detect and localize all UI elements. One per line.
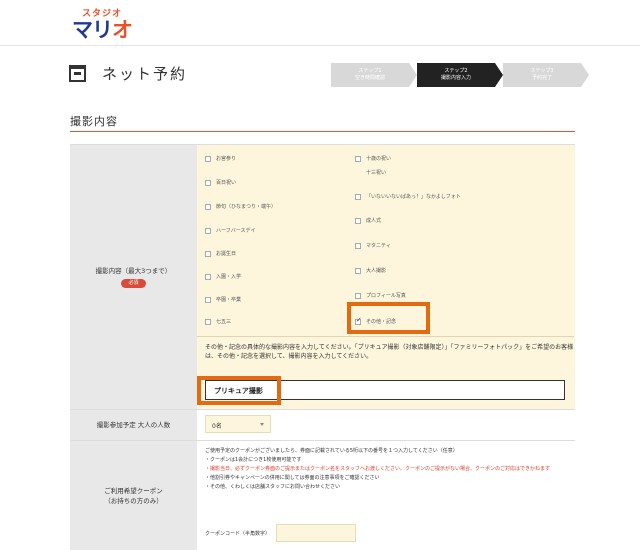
coupon-code-input[interactable] [276, 524, 357, 542]
section-title: 撮影内容 [70, 115, 118, 128]
shoot-content-row: 撮影内容（最大3つまで） 必須 お宮参り 百日祝い 節句（ひなまつり・端午） ハ… [70, 145, 575, 410]
logo-main-text: マリオ [72, 18, 133, 42]
other-note: その他・記念の具体的な撮影内容を入力してください。「プリキュア撮影（対象店舗限定… [205, 344, 574, 360]
checkbox[interactable] [205, 318, 211, 325]
site-header: スタジオ マリオ [0, 0, 640, 46]
step-1: ステップ1 空き時間確認 [331, 63, 417, 87]
chevron-down-icon [260, 423, 264, 426]
option-adult[interactable]: 大人撮影 [355, 267, 386, 274]
option-nyuen[interactable]: 入園・入学 [205, 273, 241, 280]
option-inaiinai[interactable]: 「いないいないばあっ！」なかよしフォト [355, 193, 461, 200]
adults-count-select[interactable]: 0名 [205, 415, 271, 433]
option-maternity[interactable]: マタニティ [355, 242, 391, 249]
checkbox[interactable] [355, 193, 361, 200]
studio-mario-logo[interactable]: スタジオ マリオ [72, 6, 133, 42]
option-jusan: 十三祝い [366, 170, 387, 176]
checkbox[interactable] [205, 203, 211, 210]
option-hyakunichi[interactable]: 百日祝い [205, 179, 236, 186]
checkbox[interactable] [355, 155, 361, 162]
option-birthday[interactable]: お誕生日 [205, 250, 236, 257]
adults-label: 撮影参加予定 大人の人数 [70, 410, 197, 440]
progress-steps: ステップ1 空き時間確認 ステップ2 撮影内容入力 ステップ3 予約完了 [331, 63, 589, 87]
calendar-icon [69, 64, 86, 82]
option-jussai[interactable]: 十歳の祝い [355, 155, 391, 162]
option-seijinshiki[interactable]: 成人式 [355, 217, 381, 224]
step-2-current: ステップ2 撮影内容入力 [417, 63, 503, 87]
divider [197, 336, 574, 337]
checkbox[interactable] [205, 155, 211, 162]
option-shichigosan[interactable]: 七五三 [205, 318, 231, 325]
shoot-content-options: お宮参り 百日祝い 節句（ひなまつり・端午） ハーフバースデイ お誕生日 入園・… [197, 145, 575, 409]
option-profile[interactable]: プロフィール写真 [355, 292, 406, 299]
option-half-birthday[interactable]: ハーフバースデイ [205, 227, 255, 234]
checkbox[interactable] [355, 217, 361, 224]
shoot-content-label: 撮影内容（最大3つまで） 必須 [70, 145, 197, 409]
checkbox[interactable] [205, 273, 211, 280]
step-3: ステップ3 予約完了 [503, 63, 589, 87]
checkbox[interactable] [355, 267, 361, 274]
checkbox[interactable] [355, 292, 361, 299]
reservation-form: 撮影内容（最大3つまで） 必須 お宮参り 百日祝い 節句（ひなまつり・端午） ハ… [70, 144, 575, 550]
checkbox[interactable] [205, 179, 211, 186]
checkbox[interactable] [355, 242, 361, 249]
page-title: ネット予約 [102, 64, 188, 83]
checkbox[interactable] [205, 296, 211, 303]
page-title-area: ネット予約 [69, 62, 187, 84]
adults-row: 撮影参加予定 大人の人数 0名 [70, 410, 575, 441]
coupon-code-field: クーポンコード（半角数字） [205, 524, 357, 542]
coupon-label: ご利用希望クーポン （お持ちの方のみ） [70, 441, 197, 550]
option-sekku[interactable]: 節句（ひなまつり・端午） [205, 203, 276, 210]
section-divider [70, 131, 575, 132]
option-sotsuen[interactable]: 卒園・卒業 [205, 296, 241, 303]
option-omiyamairi[interactable]: お宮参り [205, 155, 236, 162]
required-badge: 必須 [121, 279, 146, 288]
highlight-other-input [197, 376, 281, 405]
coupon-instructions: ご使用予定のクーポンがございましたら、券面に記載されている5桁以下の番号を１つ入… [205, 448, 551, 490]
checkbox[interactable] [205, 227, 211, 234]
highlight-other-checkbox [347, 302, 430, 334]
checkbox[interactable] [205, 250, 211, 257]
coupon-row: ご利用希望クーポン （お持ちの方のみ） ご使用予定のクーポンがございましたら、券… [70, 441, 575, 550]
